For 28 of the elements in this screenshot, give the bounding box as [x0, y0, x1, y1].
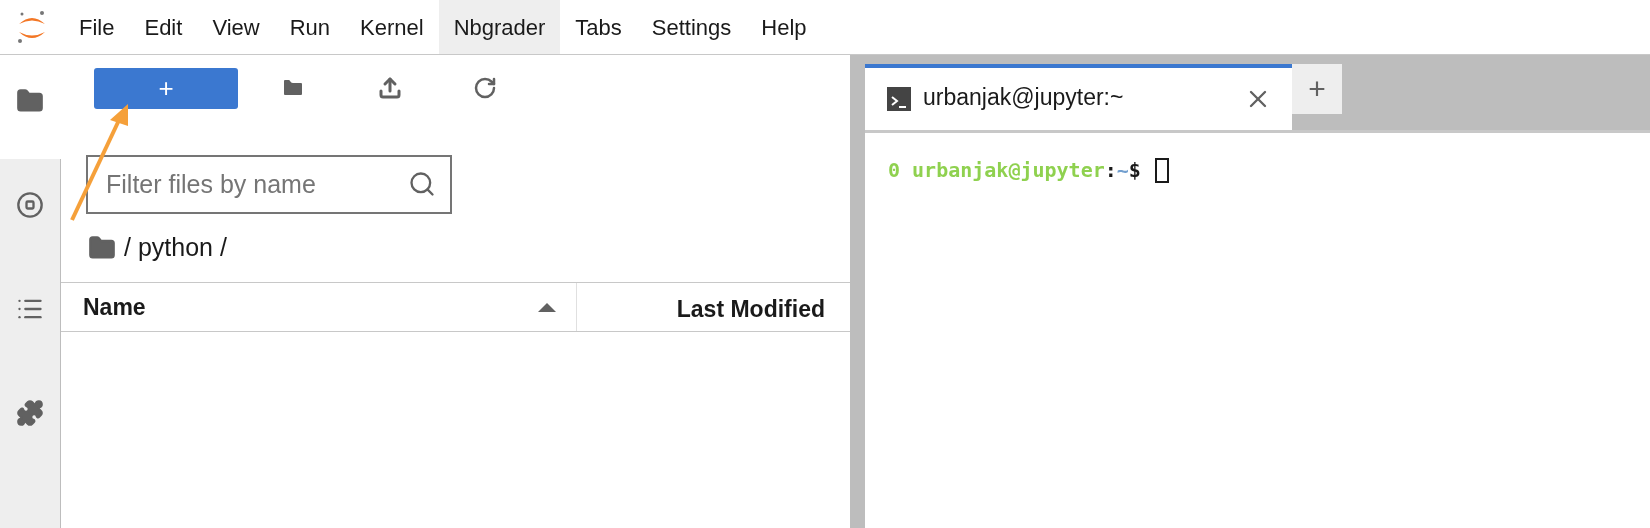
- terminal-tab[interactable]: urbanjak@jupyter:~: [865, 64, 1292, 130]
- new-launcher-button[interactable]: +: [94, 67, 238, 109]
- refresh-icon: [473, 76, 497, 100]
- menu-item[interactable]: Nbgrader: [438, 0, 561, 54]
- filter-field[interactable]: Filter files by name: [86, 155, 452, 214]
- upload-icon: [378, 76, 402, 100]
- menu-item[interactable]: View: [197, 0, 275, 54]
- breadcrumb-path[interactable]: / python /: [124, 229, 227, 267]
- terminal-prompt: 0 urbanjak@jupyter:~$: [888, 157, 1141, 184]
- menu-item[interactable]: Kernel: [345, 0, 439, 54]
- column-header[interactable]: Name: [61, 283, 577, 331]
- terminal-icon: [887, 87, 911, 111]
- puzzle-icon: [16, 399, 44, 427]
- menu-item[interactable]: Edit: [129, 0, 198, 54]
- folder-icon: [88, 234, 116, 262]
- folder-icon: [16, 87, 44, 115]
- menu-item[interactable]: Tabs: [560, 0, 637, 54]
- menu-item[interactable]: Run: [274, 0, 346, 54]
- add-tab-button[interactable]: +: [1292, 64, 1342, 114]
- menu-item[interactable]: Help: [746, 0, 822, 54]
- menu-item[interactable]: Settings: [636, 0, 747, 54]
- sidebar-background: [0, 471, 61, 528]
- menu-item[interactable]: File: [64, 0, 130, 54]
- stop-icon: [16, 191, 44, 219]
- column-header[interactable]: Last Modified: [577, 283, 850, 331]
- terminal-cursor: [1154, 157, 1169, 183]
- search-icon: [408, 170, 436, 198]
- sidebar-tab[interactable]: [0, 159, 61, 263]
